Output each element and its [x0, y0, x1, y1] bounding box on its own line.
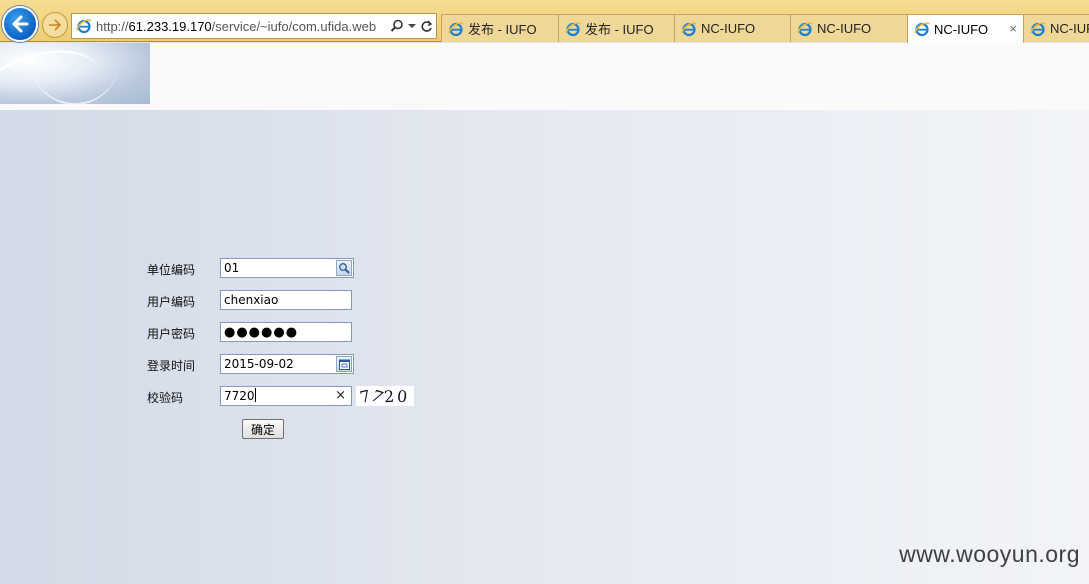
confirm-button[interactable]: 确定 — [242, 419, 284, 439]
ie-tab-icon — [914, 22, 930, 37]
unit-code-value: 01 — [224, 261, 240, 275]
magnifier-icon — [339, 263, 350, 274]
tab-label: NC-IUFO — [817, 21, 872, 36]
calendar-icon — [338, 359, 350, 370]
tab-label: NC-IUFO — [1050, 21, 1089, 36]
arrow-left-icon — [12, 15, 29, 33]
refresh-icon[interactable] — [420, 20, 433, 33]
tab-label: 发布 - IUFO — [468, 22, 537, 37]
banner-logo-art — [0, 43, 150, 104]
text-caret — [254, 388, 256, 402]
login-panel — [0, 110, 1089, 584]
ie-tab-icon — [797, 21, 813, 36]
arrow-right-icon — [49, 19, 62, 31]
verify-code-input[interactable]: 7720 × — [220, 386, 352, 406]
unit-code-label: 单位编码 — [147, 263, 196, 277]
login-date-input[interactable]: 2015-09-02 — [220, 354, 354, 374]
captcha-image[interactable]: 7 7 2 0 — [356, 385, 414, 407]
tab-label: NC-IUFO — [934, 21, 989, 37]
verify-code-label: 校验码 — [147, 391, 184, 405]
tab-label: 发布 - IUFO — [585, 22, 654, 37]
login-date-label: 登录时间 — [147, 359, 196, 373]
login-date-value: 2015-09-02 — [224, 357, 294, 371]
browser-tab[interactable]: NC-IUFO — [674, 14, 791, 42]
ie-tab-icon — [448, 21, 464, 36]
browser-tab[interactable]: 发布 - IUFO — [558, 14, 675, 42]
verify-code-value: 7720 — [224, 389, 255, 403]
ie-tab-icon — [1030, 21, 1046, 36]
ie-tab-icon — [565, 21, 581, 36]
password-dots: ●●●●●● — [224, 325, 299, 340]
password-input[interactable]: ●●●●●● — [220, 322, 352, 342]
browser-tab[interactable]: NC-IUFO — [790, 14, 908, 42]
browser-tab[interactable]: 发布 - IUFO — [441, 14, 559, 42]
ie-page-icon — [76, 19, 92, 34]
url-text: http://61.233.19.170/service/~iufo/com.u… — [96, 18, 377, 34]
user-code-input[interactable]: chenxiao — [220, 290, 352, 310]
captcha-char: 0 — [395, 386, 408, 406]
back-button[interactable] — [2, 6, 38, 42]
browser-toolbar: http://61.233.19.170/service/~iufo/com.u… — [0, 0, 1089, 43]
chevron-down-icon[interactable] — [408, 22, 416, 30]
date-picker-button[interactable] — [336, 356, 352, 372]
browser-tab[interactable]: NC-IUFO — [1023, 14, 1089, 42]
password-label: 用户密码 — [147, 327, 196, 341]
unit-code-input[interactable]: 01 — [220, 258, 354, 278]
watermark-text: www.wooyun.org — [899, 541, 1080, 567]
captcha-char: 2 — [383, 386, 396, 406]
ie-tab-icon — [681, 21, 697, 36]
user-code-label: 用户编码 — [147, 295, 196, 309]
page-banner — [0, 43, 1089, 110]
forward-button[interactable] — [42, 12, 68, 38]
user-code-value: chenxiao — [224, 293, 279, 307]
close-tab-icon[interactable]: × — [1009, 21, 1017, 36]
browser-tab-active[interactable]: NC-IUFO × — [907, 14, 1024, 43]
address-bar[interactable]: http://61.233.19.170/service/~iufo/com.u… — [71, 13, 437, 39]
tab-label: NC-IUFO — [701, 21, 756, 36]
clear-input-icon[interactable]: × — [335, 387, 346, 405]
search-icon[interactable] — [390, 19, 404, 33]
unit-lookup-button[interactable] — [336, 260, 352, 276]
